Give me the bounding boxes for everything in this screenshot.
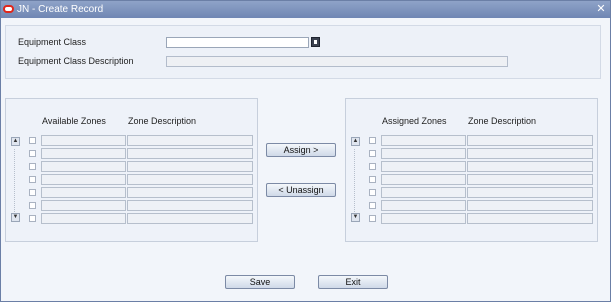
assigned-zones-header: Assigned Zones xyxy=(382,116,447,126)
equipment-class-description-field xyxy=(166,56,508,67)
exit-button[interactable]: Exit xyxy=(318,275,388,289)
table-row xyxy=(6,148,257,160)
zone-description-cell[interactable] xyxy=(127,135,253,146)
table-row xyxy=(346,161,597,173)
table-row xyxy=(6,161,257,173)
assigned-zones-panel: Assigned Zones Zone Description ▲ ▼ xyxy=(345,98,598,242)
table-row xyxy=(6,213,257,225)
table-row xyxy=(346,135,597,147)
oracle-logo-icon xyxy=(3,5,14,13)
assigned-zone-description-header: Zone Description xyxy=(468,116,537,126)
zone-cell[interactable] xyxy=(41,200,126,211)
row-checkbox[interactable] xyxy=(369,215,376,222)
available-zones-header: Available Zones xyxy=(42,116,106,126)
table-row xyxy=(346,187,597,199)
table-row xyxy=(6,174,257,186)
zone-description-cell[interactable] xyxy=(467,148,593,159)
row-checkbox[interactable] xyxy=(369,137,376,144)
zone-cell[interactable] xyxy=(381,135,466,146)
zone-description-cell[interactable] xyxy=(467,213,593,224)
row-checkbox[interactable] xyxy=(29,150,36,157)
table-row xyxy=(346,200,597,212)
row-checkbox[interactable] xyxy=(369,150,376,157)
zone-description-cell[interactable] xyxy=(467,187,593,198)
available-zone-description-header: Zone Description xyxy=(128,116,197,126)
row-checkbox[interactable] xyxy=(29,176,36,183)
equipment-class-input[interactable] xyxy=(166,37,309,48)
row-checkbox[interactable] xyxy=(369,189,376,196)
zone-cell[interactable] xyxy=(41,174,126,185)
zone-description-cell[interactable] xyxy=(467,200,593,211)
row-checkbox[interactable] xyxy=(369,202,376,209)
zone-cell[interactable] xyxy=(41,148,126,159)
zone-cell[interactable] xyxy=(381,161,466,172)
zone-description-cell[interactable] xyxy=(127,187,253,198)
zone-cell[interactable] xyxy=(381,213,466,224)
table-row xyxy=(6,187,257,199)
zone-cell[interactable] xyxy=(41,187,126,198)
title-bar[interactable]: JN - Create Record ✕ xyxy=(1,1,610,18)
zone-cell[interactable] xyxy=(381,200,466,211)
assign-button[interactable]: Assign > xyxy=(266,143,336,157)
list-of-values-icon[interactable] xyxy=(311,37,320,47)
create-record-window: JN - Create Record ✕ Equipment Class Equ… xyxy=(0,0,611,302)
window-title: JN - Create Record xyxy=(17,4,104,15)
header-form-panel: Equipment Class Equipment Class Descript… xyxy=(5,25,601,79)
zone-description-cell[interactable] xyxy=(467,135,593,146)
zone-cell[interactable] xyxy=(41,135,126,146)
zone-description-cell[interactable] xyxy=(127,174,253,185)
row-checkbox[interactable] xyxy=(29,163,36,170)
equipment-class-label: Equipment Class xyxy=(18,37,87,47)
save-button[interactable]: Save xyxy=(225,275,295,289)
zone-description-cell[interactable] xyxy=(467,174,593,185)
zone-cell[interactable] xyxy=(41,213,126,224)
zone-cell[interactable] xyxy=(381,187,466,198)
close-icon[interactable]: ✕ xyxy=(595,3,607,15)
zone-description-cell[interactable] xyxy=(127,161,253,172)
table-row xyxy=(6,135,257,147)
row-checkbox[interactable] xyxy=(29,137,36,144)
row-checkbox[interactable] xyxy=(29,202,36,209)
row-checkbox[interactable] xyxy=(29,215,36,222)
zone-description-cell[interactable] xyxy=(127,148,253,159)
unassign-button[interactable]: < Unassign xyxy=(266,183,336,197)
table-row xyxy=(346,148,597,160)
row-checkbox[interactable] xyxy=(369,163,376,170)
row-checkbox[interactable] xyxy=(369,176,376,183)
available-zones-panel: Available Zones Zone Description ▲ ▼ xyxy=(5,98,258,242)
zone-cell[interactable] xyxy=(41,161,126,172)
zone-cell[interactable] xyxy=(381,174,466,185)
row-checkbox[interactable] xyxy=(29,189,36,196)
zone-description-cell[interactable] xyxy=(467,161,593,172)
zone-cell[interactable] xyxy=(381,148,466,159)
zone-description-cell[interactable] xyxy=(127,200,253,211)
equipment-class-description-label: Equipment Class Description xyxy=(18,56,134,66)
table-row xyxy=(346,174,597,186)
table-row xyxy=(346,213,597,225)
table-row xyxy=(6,200,257,212)
zone-description-cell[interactable] xyxy=(127,213,253,224)
